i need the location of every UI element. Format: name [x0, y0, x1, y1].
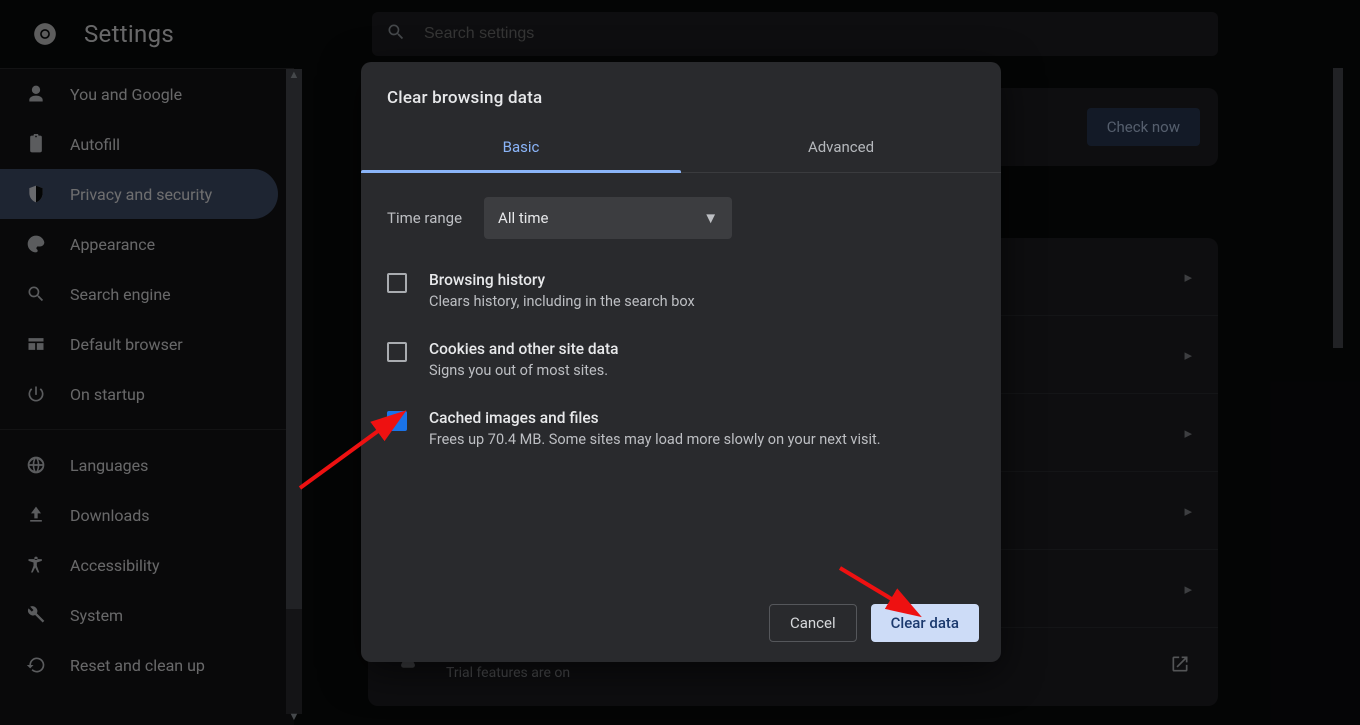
option-desc: Clears history, including in the search …: [429, 293, 695, 310]
tab-advanced[interactable]: Advanced: [681, 124, 1001, 172]
clear-option-1[interactable]: Cookies and other site data Signs you out…: [387, 326, 975, 395]
checkbox[interactable]: [387, 342, 407, 362]
checkbox[interactable]: [387, 273, 407, 293]
time-range-value: All time: [498, 209, 548, 227]
tab-basic[interactable]: Basic: [361, 124, 681, 172]
clear-option-0[interactable]: Browsing history Clears history, includin…: [387, 257, 975, 326]
clear-option-2[interactable]: ✓ Cached images and files Frees up 70.4 MB…: [387, 395, 975, 464]
time-range-select[interactable]: All time ▼: [484, 197, 732, 239]
dialog-tabs: Basic Advanced: [361, 124, 1001, 173]
dialog-title: Clear browsing data: [361, 62, 1001, 118]
checkbox[interactable]: ✓: [387, 411, 407, 431]
clear-data-button[interactable]: Clear data: [871, 604, 979, 642]
option-title: Browsing history: [429, 271, 695, 289]
option-title: Cookies and other site data: [429, 340, 619, 358]
option-desc: Signs you out of most sites.: [429, 362, 619, 379]
option-title: Cached images and files: [429, 409, 881, 427]
cancel-button[interactable]: Cancel: [769, 604, 857, 642]
dropdown-arrow-icon: ▼: [703, 209, 718, 227]
option-desc: Frees up 70.4 MB. Some sites may load mo…: [429, 431, 881, 448]
time-range-label: Time range: [387, 209, 462, 227]
clear-browsing-data-dialog: Clear browsing data Basic Advanced Time …: [361, 62, 1001, 662]
